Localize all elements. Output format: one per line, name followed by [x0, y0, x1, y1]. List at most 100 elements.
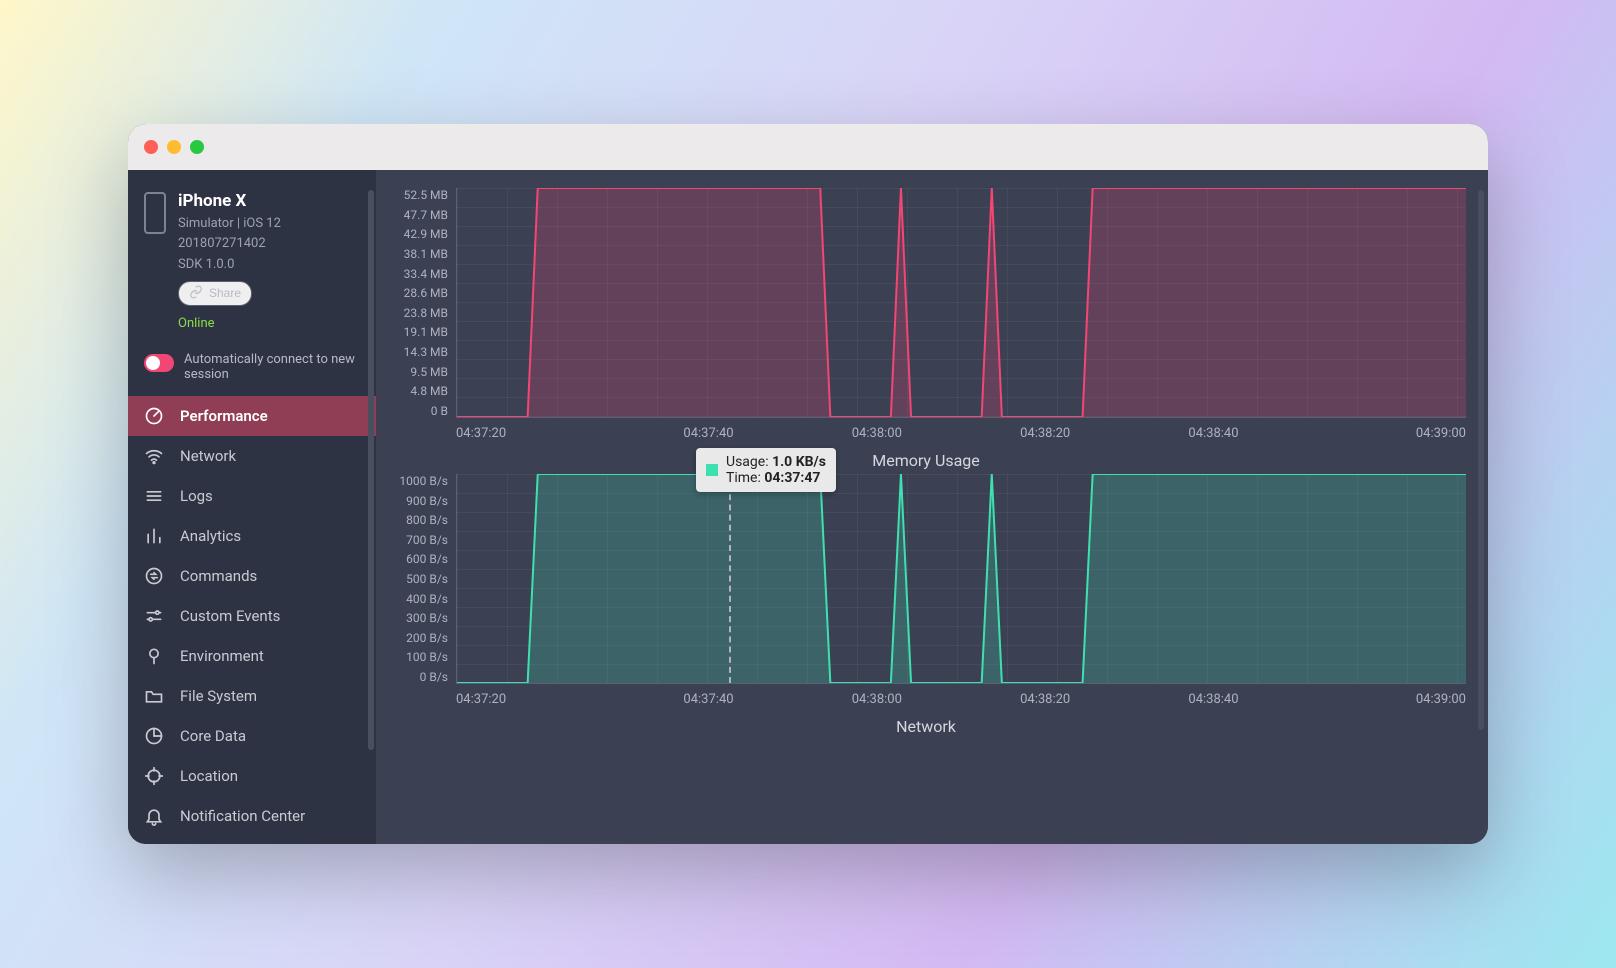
y-tick-label: 700 B/s: [386, 533, 448, 547]
y-tick-label: 0 B/s: [386, 670, 448, 684]
chart-title: Memory Usage: [386, 441, 1466, 474]
chart-memory: 52.5 MB 47.7 MB 42.9 MB 38.1 MB 33.4 MB 28.6 …: [386, 188, 1466, 474]
auto-connect-row: Automatically connect to new session: [128, 344, 376, 396]
x-tick-label: 04:37:40: [624, 692, 792, 707]
sidebar-item-label: Custom Events: [180, 607, 280, 625]
folder-icon: [144, 686, 164, 706]
sidebar-item-label: Location: [180, 767, 238, 785]
chart-svg: [457, 474, 1466, 683]
device-name: iPhone X: [178, 188, 281, 214]
sliders-icon: [144, 606, 164, 626]
sidebar-item-core-data[interactable]: Core Data: [128, 716, 376, 756]
main-panel: 52.5 MB 47.7 MB 42.9 MB 38.1 MB 33.4 MB 28.6 …: [376, 170, 1488, 844]
x-tick-label: 04:37:40: [624, 426, 792, 441]
y-tick-label: 23.8 MB: [386, 306, 448, 320]
pin-icon: [144, 646, 164, 666]
tooltip-usage-label: Usage:: [726, 454, 769, 470]
y-tick-label: 200 B/s: [386, 631, 448, 645]
y-tick-label: 100 B/s: [386, 650, 448, 664]
chart-xaxis: 04:37:2004:37:4004:38:0004:38:2004:38:40…: [456, 684, 1466, 707]
sidebar-item-logs[interactable]: Logs: [128, 476, 376, 516]
y-tick-label: 33.4 MB: [386, 267, 448, 281]
x-tick-label: 04:38:00: [793, 426, 961, 441]
x-tick-label: 04:38:20: [961, 426, 1129, 441]
device-status: Online: [178, 314, 281, 334]
share-label: Share: [209, 286, 241, 300]
y-tick-label: 28.6 MB: [386, 286, 448, 300]
chart-plot[interactable]: [456, 474, 1466, 684]
x-tick-label: 04:39:00: [1298, 692, 1466, 707]
sidebar-item-label: Analytics: [180, 527, 241, 545]
chart-yaxis: 1000 B/s 900 B/s 800 B/s 700 B/s 600 B/s 500 …: [386, 474, 456, 684]
x-tick-label: 04:38:00: [793, 692, 961, 707]
sidebar: iPhone X Simulator | iOS 12 201807271402…: [128, 170, 376, 844]
device-build: 201807271402: [178, 234, 281, 254]
y-tick-label: 800 B/s: [386, 513, 448, 527]
chart-xaxis: 04:37:2004:37:4004:38:0004:38:2004:38:40…: [456, 418, 1466, 441]
sidebar-item-label: Core Data: [180, 727, 246, 745]
main-scrollbar[interactable]: [1478, 190, 1484, 730]
tooltip-usage-value: 1.0 KB/s: [772, 454, 826, 470]
x-tick-label: 04:38:40: [1129, 426, 1297, 441]
sidebar-item-label: File System: [180, 687, 257, 705]
window-zoom-icon[interactable]: [190, 140, 204, 154]
x-tick-label: 04:37:20: [456, 692, 624, 707]
window-minimize-icon[interactable]: [167, 140, 181, 154]
y-tick-label: 47.7 MB: [386, 208, 448, 222]
chart-hover-line: [729, 474, 731, 683]
y-tick-label: 19.1 MB: [386, 325, 448, 339]
sidebar-item-label: Notification Center: [180, 807, 305, 825]
sidebar-item-location[interactable]: Location: [128, 756, 376, 796]
y-tick-label: 0 B: [386, 404, 448, 418]
tooltip-swatch-icon: [706, 464, 718, 476]
device-caption: Simulator | iOS 12: [178, 214, 281, 234]
y-tick-label: 1000 B/s: [386, 474, 448, 488]
device-icon: [144, 192, 166, 234]
sidebar-item-analytics[interactable]: Analytics: [128, 516, 376, 556]
auto-connect-label: Automatically connect to new session: [184, 352, 360, 382]
sidebar-item-performance[interactable]: Performance: [128, 396, 376, 436]
sidebar-item-notification-center[interactable]: Notification Center: [128, 796, 376, 836]
y-tick-label: 900 B/s: [386, 494, 448, 508]
tooltip-time-value: 04:37:47: [764, 470, 820, 486]
window-close-icon[interactable]: [144, 140, 158, 154]
y-tick-label: 300 B/s: [386, 611, 448, 625]
y-tick-label: 600 B/s: [386, 552, 448, 566]
y-tick-label: 14.3 MB: [386, 345, 448, 359]
chart-yaxis: 52.5 MB 47.7 MB 42.9 MB 38.1 MB 33.4 MB 28.6 …: [386, 188, 456, 418]
x-tick-label: 04:38:40: [1129, 692, 1297, 707]
sidebar-item-label: Performance: [180, 407, 268, 425]
lines-icon: [144, 486, 164, 506]
window-titlebar: [128, 124, 1488, 170]
auto-connect-toggle[interactable]: [144, 354, 174, 372]
sidebar-item-environment[interactable]: Environment: [128, 636, 376, 676]
bell-icon: [144, 806, 164, 826]
sidebar-item-network[interactable]: Network: [128, 436, 376, 476]
wifi-icon: [144, 446, 164, 466]
chart-network: 1000 B/s 900 B/s 800 B/s 700 B/s 600 B/s 500 …: [386, 474, 1466, 740]
y-tick-label: 4.8 MB: [386, 384, 448, 398]
y-tick-label: 42.9 MB: [386, 227, 448, 241]
device-sdk: SDK 1.0.0: [178, 255, 281, 275]
share-button[interactable]: Share: [178, 281, 252, 306]
sidebar-item-label: Environment: [180, 647, 264, 665]
y-tick-label: 52.5 MB: [386, 188, 448, 202]
device-block: iPhone X Simulator | iOS 12 201807271402…: [128, 170, 376, 344]
sidebar-nav: Performance Network Logs Analytics Commands C…: [128, 396, 376, 836]
sidebar-item-file-system[interactable]: File System: [128, 676, 376, 716]
sidebar-item-label: Logs: [180, 487, 213, 505]
sidebar-item-commands[interactable]: Commands: [128, 556, 376, 596]
tooltip-time-label: Time:: [726, 470, 761, 486]
gauge-icon: [144, 406, 164, 426]
link-icon: [189, 285, 203, 302]
sidebar-scrollbar[interactable]: [368, 190, 374, 750]
x-tick-label: 04:39:00: [1298, 426, 1466, 441]
y-tick-label: 9.5 MB: [386, 365, 448, 379]
y-tick-label: 500 B/s: [386, 572, 448, 586]
y-tick-label: 400 B/s: [386, 592, 448, 606]
swap-icon: [144, 566, 164, 586]
x-tick-label: 04:38:20: [961, 692, 1129, 707]
chart-plot[interactable]: [456, 188, 1466, 418]
y-tick-label: 38.1 MB: [386, 247, 448, 261]
sidebar-item-custom-events[interactable]: Custom Events: [128, 596, 376, 636]
